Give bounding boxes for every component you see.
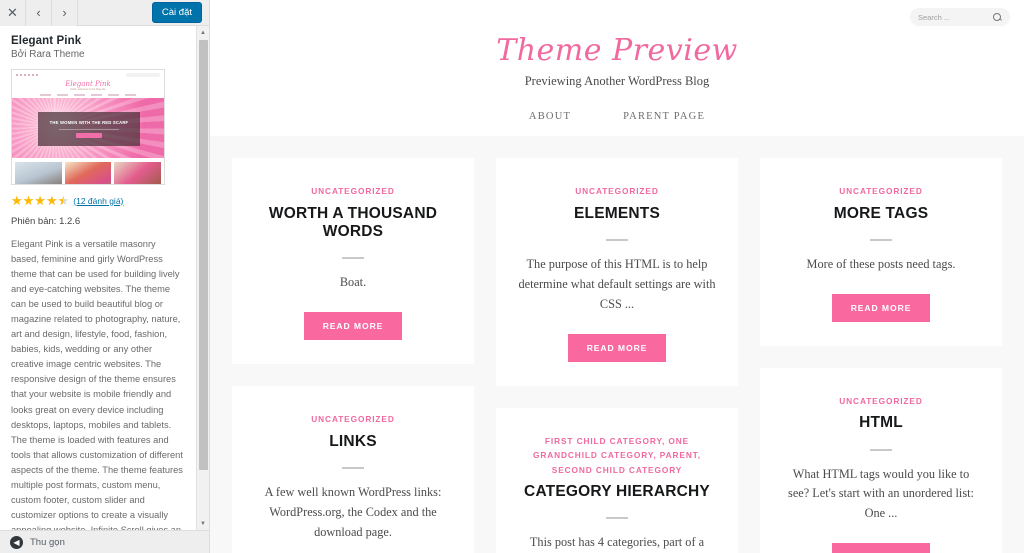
post-title[interactable]: ELEMENTS: [574, 205, 660, 223]
theme-author: Bởi Rara Theme: [11, 49, 85, 60]
post-title[interactable]: CATEGORY HIERARCHY: [524, 483, 710, 501]
post-excerpt: This post has 4 categories, part of a hi…: [529, 535, 705, 550]
next-theme-icon[interactable]: ›: [52, 0, 78, 26]
title-divider: [870, 448, 892, 451]
category-link[interactable]: UNCATEGORIZED: [839, 186, 922, 196]
category-link[interactable]: FIRST CHILD CATEGORY: [545, 436, 662, 446]
reviews-link[interactable]: (12 đánh giá): [73, 196, 123, 206]
search-area: Search ...: [210, 4, 1024, 26]
site-preview: Search ... Theme Preview Previewing Anot…: [210, 0, 1024, 553]
theme-details-sidebar: ✕ ‹ › Cài đặt Elegant Pink Bởi Rara Them…: [0, 0, 210, 553]
title-divider: [870, 238, 892, 241]
close-icon[interactable]: ✕: [0, 0, 26, 26]
star-rating-fill: ★★★★★: [11, 194, 64, 207]
star-rating-icon: ★★★★★ ★★★★★: [11, 193, 70, 208]
theme-version: Phiên bản: 1.2.6: [11, 216, 81, 227]
screenshot-hero-line: [59, 128, 119, 131]
post-card: UNCATEGORIZED LINKS A few well known WordP…: [232, 385, 474, 553]
screenshot-search-box: [126, 72, 160, 77]
screenshot-thumb: [114, 162, 162, 184]
install-button[interactable]: Cài đặt: [151, 1, 202, 24]
post-title[interactable]: LINKS: [329, 433, 377, 451]
masonry-column: UNCATEGORIZED WORTH A THOUSAND WORDS Boat.…: [232, 158, 474, 553]
site-header: Search ... Theme Preview Previewing Anot…: [210, 0, 1024, 136]
search-placeholder: Search ...: [918, 12, 951, 22]
scroll-down-icon[interactable]: ▼: [196, 517, 209, 530]
collapse-label: Thu gọn: [30, 536, 65, 548]
sidebar-panel: Elegant Pink Bởi Rara Theme Elegant Pink…: [0, 26, 209, 530]
post-card: UNCATEGORIZED MORE TAGS More of these post…: [760, 158, 1002, 346]
screenshot-social-icons: [16, 73, 38, 76]
theme-description: Elegant Pink is a versatile masonry base…: [11, 239, 183, 530]
nav-item-about[interactable]: ABOUT: [529, 111, 571, 122]
post-card: UNCATEGORIZED WORTH A THOUSAND WORDS Boat.…: [232, 158, 474, 364]
screenshot-nav: [12, 91, 164, 98]
screenshot-hero-title: THE WOMEN WITH THE RED SCARF: [49, 119, 129, 125]
theme-rating: ★★★★★ ★★★★★ (12 đánh giá): [11, 194, 186, 207]
posts-masonry-grid: UNCATEGORIZED WORTH A THOUSAND WORDS Boat.…: [210, 136, 1024, 553]
category-separator: ,: [697, 450, 701, 461]
sidebar-toolbar: ✕ ‹ › Cài đặt: [0, 0, 209, 26]
previous-theme-icon[interactable]: ‹: [26, 0, 52, 26]
post-excerpt: Boat.: [339, 275, 367, 290]
category-link[interactable]: UNCATEGORIZED: [575, 186, 658, 196]
screenshot-logo: Elegant Pink: [65, 80, 111, 88]
post-card: UNCATEGORIZED ELEMENTS The purpose of this…: [496, 158, 738, 386]
sidebar-content: Elegant Pink Bởi Rara Theme Elegant Pink…: [0, 26, 196, 530]
title-divider: [606, 517, 628, 520]
post-categories: UNCATEGORIZED: [575, 184, 658, 199]
search-icon[interactable]: [993, 12, 1002, 22]
post-categories: UNCATEGORIZED: [839, 394, 922, 409]
post-title[interactable]: HTML: [859, 414, 903, 432]
screenshot-thumbnails: [12, 158, 164, 184]
site-tagline: Previewing Another WordPress Blog: [524, 74, 710, 88]
scrollbar-thumb[interactable]: [198, 40, 208, 470]
post-excerpt: A few well known WordPress links: WordPr…: [264, 484, 442, 539]
post-excerpt: The purpose of this HTML is to help dete…: [518, 256, 716, 311]
post-categories: FIRST CHILD CATEGORY, ONE GRANDCHILD CAT…: [518, 434, 716, 478]
category-link[interactable]: SECOND CHILD CATEGORY: [552, 465, 682, 475]
read-more-button[interactable]: READ MORE: [831, 543, 931, 553]
read-more-button[interactable]: READ MORE: [303, 311, 403, 340]
post-title[interactable]: MORE TAGS: [834, 205, 929, 223]
title-divider: [342, 466, 364, 469]
masonry-column: UNCATEGORIZED ELEMENTS The purpose of this…: [496, 158, 738, 553]
post-excerpt: What HTML tags would you like to see? Le…: [788, 466, 974, 521]
post-title[interactable]: WORTH A THOUSAND WORDS: [254, 205, 452, 242]
screenshot-hero-button: [76, 133, 102, 139]
primary-nav: ABOUT PARENT PAGE: [210, 111, 1024, 136]
theme-preview-screen: ✕ ‹ › Cài đặt Elegant Pink Bởi Rara Them…: [0, 0, 1024, 553]
post-excerpt: More of these posts need tags.: [806, 256, 956, 271]
nav-item-parent-page[interactable]: PARENT PAGE: [623, 111, 705, 122]
post-card: FIRST CHILD CATEGORY, ONE GRANDCHILD CAT…: [496, 407, 738, 553]
post-categories: UNCATEGORIZED: [311, 184, 394, 199]
title-divider: [606, 238, 628, 241]
scroll-up-icon[interactable]: ▲: [196, 26, 209, 39]
collapse-sidebar-button[interactable]: ◀ Thu gọn: [0, 530, 209, 553]
category-link[interactable]: PARENT: [660, 450, 698, 460]
screenshot-hero-card: THE WOMEN WITH THE RED SCARF: [38, 112, 140, 146]
post-card: UNCATEGORIZED HTML What HTML tags would yo…: [760, 367, 1002, 553]
category-link[interactable]: UNCATEGORIZED: [311, 186, 394, 196]
search-input[interactable]: Search ...: [910, 8, 1010, 26]
read-more-button[interactable]: READ MORE: [567, 333, 667, 362]
read-more-button[interactable]: READ MORE: [831, 293, 931, 322]
post-categories: UNCATEGORIZED: [311, 412, 394, 427]
masonry-columns: UNCATEGORIZED WORTH A THOUSAND WORDS Boat.…: [210, 158, 1024, 553]
screenshot-thumb: [15, 162, 62, 184]
site-title[interactable]: Theme Preview: [210, 36, 1024, 66]
theme-name: Elegant Pink: [11, 35, 82, 47]
category-link[interactable]: UNCATEGORIZED: [311, 414, 394, 424]
screenshot-topbar: [12, 70, 164, 79]
sidebar-scrollbar[interactable]: ▲ ▼: [196, 26, 209, 530]
theme-screenshot[interactable]: Elegant Pink Hello, welcome to the blog …: [11, 69, 165, 185]
post-categories: UNCATEGORIZED: [839, 184, 922, 199]
screenshot-thumb: [64, 162, 112, 184]
title-divider: [342, 257, 364, 260]
masonry-column: UNCATEGORIZED MORE TAGS More of these post…: [760, 158, 1002, 553]
screenshot-hero: THE WOMEN WITH THE RED SCARF: [12, 98, 164, 158]
collapse-left-icon: ◀: [10, 535, 23, 549]
category-link[interactable]: UNCATEGORIZED: [839, 396, 922, 406]
